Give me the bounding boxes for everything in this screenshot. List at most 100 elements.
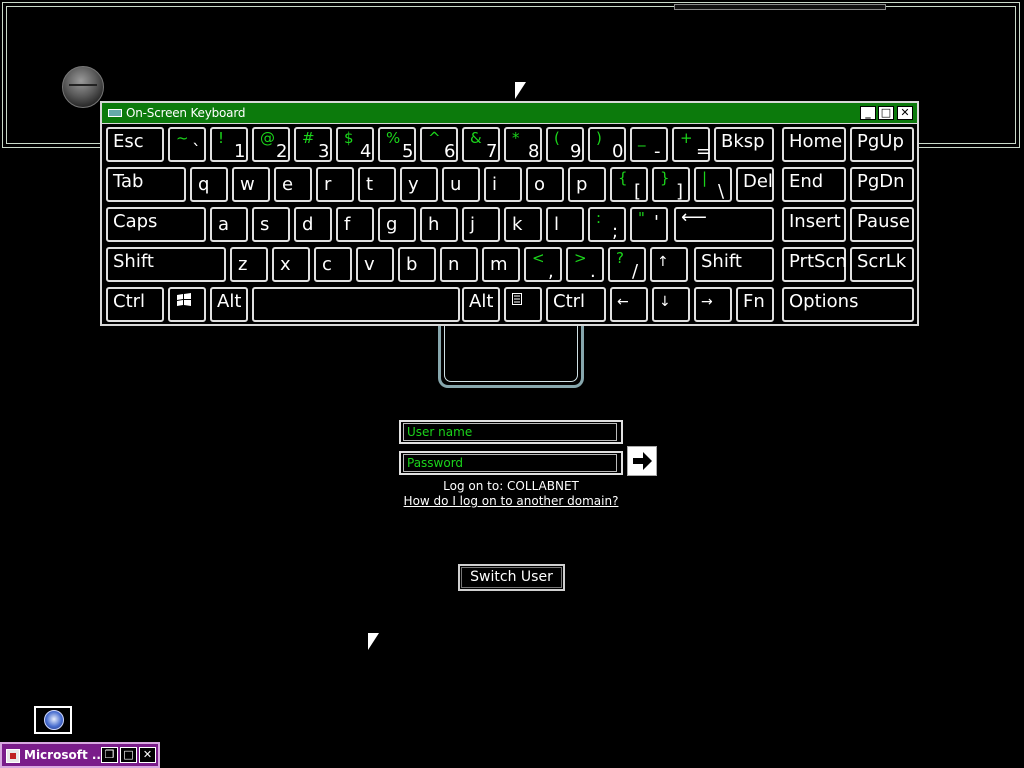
key-ctrl-left[interactable]: Ctrl (106, 287, 164, 322)
key-caps[interactable]: Caps (106, 207, 206, 242)
username-input[interactable] (403, 423, 617, 441)
key-label: h (428, 214, 440, 235)
key-pause[interactable]: Pause (850, 207, 914, 242)
key-b[interactable]: b (398, 247, 436, 282)
key-pgdn[interactable]: PgDn (850, 167, 914, 202)
key-1[interactable]: ! 1 (210, 127, 248, 162)
key-5[interactable]: % 5 (378, 127, 416, 162)
key-ctrl-right[interactable]: Ctrl (546, 287, 606, 322)
key-z[interactable]: z (230, 247, 268, 282)
key-arrow-left[interactable]: ← (610, 287, 648, 322)
key-semicolon[interactable]: :; (588, 207, 626, 242)
key-e[interactable]: e (274, 167, 312, 202)
minimize-button[interactable]: _ (860, 106, 876, 120)
key-comma[interactable]: <, (524, 247, 562, 282)
key-alt-left[interactable]: Alt (210, 287, 248, 322)
osk-title-bar[interactable]: On-Screen Keyboard _ □ ✕ (102, 103, 917, 124)
key-c[interactable]: c (314, 247, 352, 282)
key-windows[interactable] (168, 287, 206, 322)
ease-of-access-button[interactable] (34, 706, 72, 734)
key-backspace[interactable]: Bksp (714, 127, 774, 162)
key-j[interactable]: j (462, 207, 500, 242)
switch-user-button[interactable]: Switch User (458, 564, 565, 591)
key-r[interactable]: r (316, 167, 354, 202)
key-quote[interactable]: " ' (630, 207, 668, 242)
menu-icon (512, 293, 522, 305)
key-left-bracket[interactable]: {[ (610, 167, 648, 202)
key-6[interactable]: ^ 6 (420, 127, 458, 162)
key-m[interactable]: m (482, 247, 520, 282)
key-period[interactable]: >. (566, 247, 604, 282)
key-4[interactable]: $4 (336, 127, 374, 162)
key-prtscn[interactable]: PrtScn (782, 247, 847, 282)
key-p[interactable]: p (568, 167, 606, 202)
key-h[interactable]: h (420, 207, 458, 242)
key-t[interactable]: t (358, 167, 396, 202)
key-space[interactable] (252, 287, 460, 322)
key-scrlk[interactable]: ScrLk (850, 247, 914, 282)
keyboard-icon (108, 109, 122, 117)
key-tilde[interactable]: ~ ` (168, 127, 206, 162)
key-k[interactable]: k (504, 207, 542, 242)
key-label: Ctrl (113, 291, 146, 312)
key-shift-label: ^ (428, 129, 441, 147)
key-a[interactable]: a (210, 207, 248, 242)
key-v[interactable]: v (356, 247, 394, 282)
key-7[interactable]: & 7 (462, 127, 500, 162)
key-label: q (198, 174, 210, 195)
key-9[interactable]: (9 (546, 127, 584, 162)
minimized-window[interactable]: Microsoft ... ❐ □ ✕ (0, 742, 160, 768)
key-label: [ (634, 181, 642, 202)
key-arrow-up[interactable]: ↑ (650, 247, 688, 282)
key-8[interactable]: * 8 (504, 127, 542, 162)
password-input[interactable] (403, 454, 617, 472)
key-o[interactable]: o (526, 167, 564, 202)
key-home[interactable]: Home (782, 127, 846, 162)
close-button[interactable]: ✕ (897, 106, 913, 120)
key-arrow-right[interactable]: → (694, 287, 732, 322)
key-y[interactable]: y (400, 167, 438, 202)
maximize-button[interactable]: □ (120, 747, 137, 763)
key-shift-right[interactable]: Shift (694, 247, 774, 282)
other-domain-link[interactable]: How do I log on to another domain? (400, 494, 622, 508)
key-label: Shift (701, 251, 742, 272)
key-i[interactable]: i (484, 167, 522, 202)
key-right-bracket[interactable]: }] (652, 167, 690, 202)
key-end[interactable]: End (782, 167, 846, 202)
key-equals[interactable]: + = (672, 127, 711, 162)
key-f[interactable]: f (336, 207, 374, 242)
key-backslash[interactable]: | \ (694, 167, 732, 202)
key-shift-left[interactable]: Shift (106, 247, 226, 282)
key-3[interactable]: #3 (294, 127, 332, 162)
key-delete[interactable]: Del (736, 167, 774, 202)
key-alt-right[interactable]: Alt (462, 287, 500, 322)
key-s[interactable]: s (252, 207, 290, 242)
key-esc[interactable]: Esc (106, 127, 164, 162)
key-minus[interactable]: _ - (630, 127, 668, 162)
key-arrow-down[interactable]: ↓ (652, 287, 690, 322)
key-l[interactable]: l (546, 207, 584, 242)
key-slash[interactable]: ? / (608, 247, 646, 282)
restore-button[interactable]: ❐ (101, 747, 118, 763)
key-pgup[interactable]: PgUp (850, 127, 914, 162)
close-button[interactable]: ✕ (139, 747, 156, 763)
key-g[interactable]: g (378, 207, 416, 242)
maximize-button[interactable]: □ (878, 106, 894, 120)
key-n[interactable]: n (440, 247, 478, 282)
key-d[interactable]: d (294, 207, 332, 242)
key-enter[interactable]: ⟵ (674, 207, 774, 242)
key-q[interactable]: q (190, 167, 228, 202)
key-0[interactable]: ) 0 (588, 127, 626, 162)
key-menu[interactable] (504, 287, 542, 322)
key-tab[interactable]: Tab (106, 167, 186, 202)
key-x[interactable]: x (272, 247, 310, 282)
key-insert[interactable]: Insert (782, 207, 846, 242)
arrow-up-icon: ↑ (657, 254, 669, 270)
key-fn[interactable]: Fn (736, 287, 774, 322)
key-u[interactable]: u (442, 167, 480, 202)
key-options[interactable]: Options (782, 287, 914, 322)
key-shift-label: < (532, 249, 545, 267)
key-w[interactable]: w (232, 167, 270, 202)
submit-arrow-button[interactable] (627, 446, 657, 476)
key-2[interactable]: @2 (252, 127, 290, 162)
